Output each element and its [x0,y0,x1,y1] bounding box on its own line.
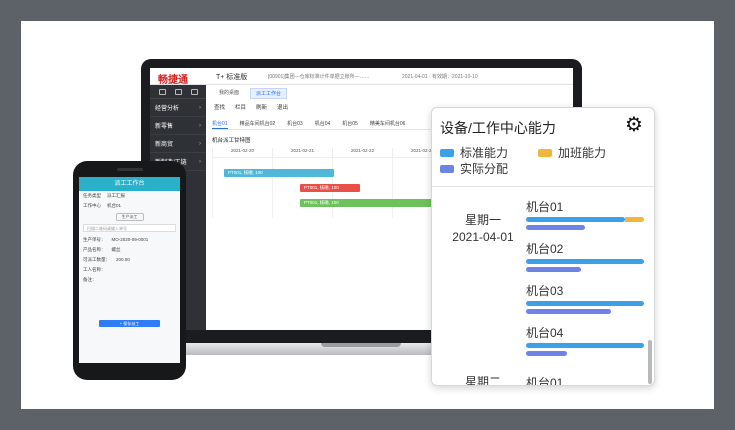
machine-tab[interactable]: 精品车间机台02 [240,120,276,129]
sidebar-item[interactable]: 新零售 › [150,117,206,135]
toolbar-columns[interactable]: 栏目 [235,103,246,111]
overtime-capacity-bar [625,217,644,222]
gantt-title: 机台派工甘特图 [212,138,251,144]
phone: 派工工作台 任务类型 派工汇报 工作中心 机台01 生产派工 扫描二维码或输入单号 … [73,161,186,380]
sidebar-item[interactable]: 经营分析 › [150,99,206,117]
legend-swatch [440,148,454,157]
chevron-icon: › [199,158,201,165]
phone-speaker [117,168,143,171]
standard-capacity-bar [526,217,626,222]
capacity-bar [526,301,644,306]
search-icon[interactable] [174,88,182,95]
machine-name: 机台01 [526,200,564,214]
app-logo: 畅捷通 [158,75,188,86]
phone-detail-row: 可派工数量： 200.00 [83,257,130,262]
add-icon[interactable] [190,88,198,95]
phone-row: 任务类型 派工汇报 [83,193,125,198]
capacity-panel: 设备/工作中心能力 ⚙ 标准能力 加班能力 实际分配 星期一 2021-04-0… [431,107,655,386]
tab-desktop[interactable]: 我的桌面 [214,88,244,99]
app-topbar: 畅捷通 T+ 标准版 [00901]集团—仓库标准计件单据立账所—…… 2021… [150,68,573,86]
toolbar-exit[interactable]: 退出 [277,103,288,111]
date-info: 2021-04-01 · 有效期：2021-10-10 [402,74,478,80]
legend-item: 加班能力 [538,144,606,161]
phone-screen: 派工工作台 任务类型 派工汇报 工作中心 机台01 生产派工 扫描二维码或输入单号 … [79,177,180,363]
machine-tab[interactable]: 机台04 [315,120,331,129]
machine-row: 机台04 [526,326,648,356]
toolbar-find[interactable]: 查找 [214,103,225,111]
phone-detail-row: 产品名称： 螺丝 [83,247,121,252]
sidebar-item[interactable]: 新商贸 › [150,135,206,153]
machine-row: 机台03 [526,284,648,314]
gantt-bar[interactable]: PT001, 核磁, 100 [300,184,360,192]
app-edition: T+ 标准版 [216,74,248,81]
actual-allocation-bar [526,267,582,272]
capacity-bar [526,217,644,222]
actual-allocation-bar [526,351,568,356]
actual-allocation-bar [526,309,611,314]
sidebar-icon-row [150,85,206,99]
capacity-bar [526,259,644,264]
machine-row: 机台02 [526,242,648,272]
machine-name: 机台03 [526,284,564,298]
gear-icon[interactable]: ⚙ [625,115,643,135]
machine-name: 机台02 [526,242,564,256]
phone-row: 工作中心 机台01 [83,203,122,208]
standard-capacity-bar [526,343,644,348]
legend-swatch [538,148,552,157]
machine-tab[interactable]: 机台05 [342,120,358,129]
standard-capacity-bar [526,301,644,306]
scan-input[interactable]: 扫描二维码或输入单号 [83,224,176,232]
company-name: [00901]集团—仓库标准计件单据立账所—…… [268,74,370,80]
save-dispatch-button[interactable]: + 保存派工 [99,320,160,327]
toolbar: 查找 栏目 刷新 退出 [214,103,288,111]
panel-divider [432,186,654,187]
day-label: 星期一 2021-04-01 [452,213,514,244]
scrollbar[interactable] [648,340,652,384]
phone-detail-row: 生产单号： MO-2020-09-0001 [83,237,149,242]
gantt-date: 2021-02-22 [332,148,392,157]
machine-name: 机台01 [526,376,564,386]
tab-dispatch[interactable]: 派工工作台 [250,88,288,99]
machine-row: 机台01 [526,200,648,230]
laptop-notch [321,343,401,347]
phone-chip[interactable]: 生产派工 [115,213,144,221]
machine-name: 机台04 [526,326,564,340]
legend-item: 标准能力 [440,144,508,161]
panel-title: 设备/工作中心能力 [440,120,556,136]
gantt-bar[interactable]: PT001, 核磁, 100 [224,169,334,177]
chevron-icon: › [199,140,201,147]
legend-swatch [440,164,454,173]
machine-tab[interactable]: 精美车间机台06 [370,120,406,129]
legend-item: 实际分配 [440,160,508,177]
page-tabs: 我的桌面 派工工作台 [214,88,288,99]
day-label: 星期二 [464,375,501,386]
gantt-date: 2021-02-21 [272,148,332,157]
machine-tab[interactable]: 机台01 [212,120,228,129]
toolbar-refresh[interactable]: 刷新 [256,103,267,111]
menu-icon[interactable] [158,88,166,95]
standard-capacity-bar [526,259,644,264]
phone-detail-row[interactable]: 备注： [79,275,180,285]
gantt-date: 2021-02-20 [212,148,272,157]
capacity-bar [526,343,644,348]
phone-detail-row[interactable]: 工人名称： [79,265,180,275]
screenshot-frame: 畅捷通 T+ 标准版 [00901]集团—仓库标准计件单据立账所—…… 2021… [21,21,714,409]
actual-allocation-bar [526,225,585,230]
phone-title: 派工工作台 [79,177,180,191]
chevron-icon: › [199,104,201,111]
machine-tab[interactable]: 机台03 [287,120,303,129]
chevron-icon: › [199,122,201,129]
machine-row: 机台01 [526,376,648,386]
